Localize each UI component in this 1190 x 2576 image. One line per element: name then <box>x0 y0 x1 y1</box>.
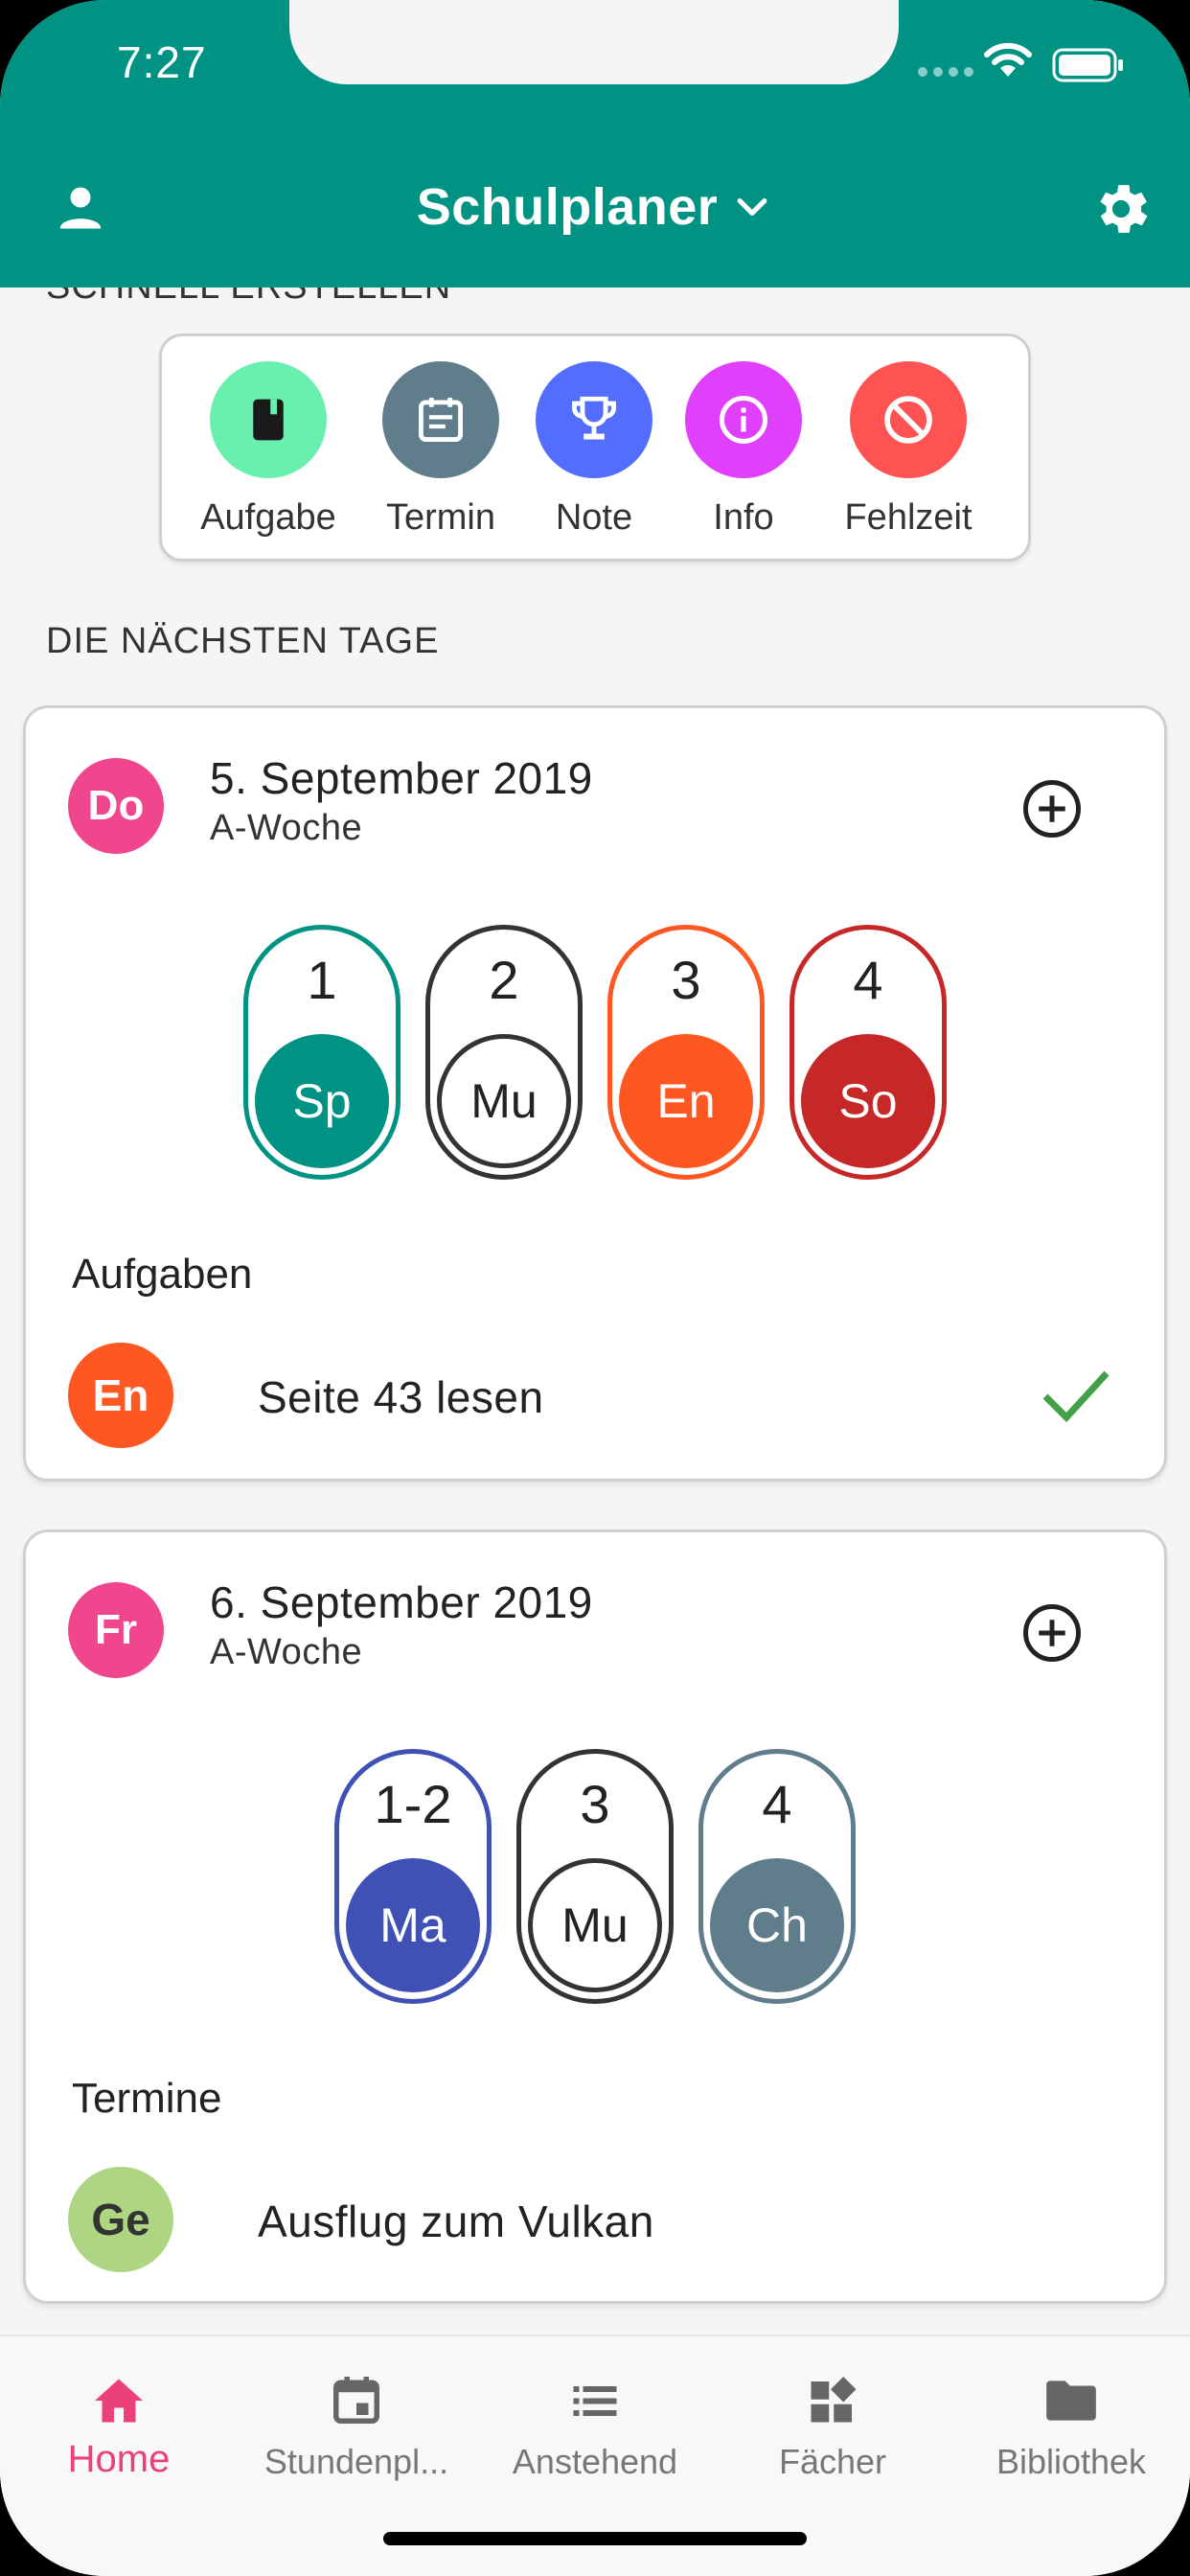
nav-timetable[interactable]: Stundenpl... <box>238 2365 475 2482</box>
nav-subjects[interactable]: Fächer <box>714 2365 951 2482</box>
device-notch <box>289 0 899 84</box>
weekday-badge: Do <box>68 758 164 854</box>
day-date: 6. September 2019 <box>210 1577 593 1627</box>
quick-create-absence-circle <box>850 361 967 478</box>
gear-icon <box>1100 185 1148 233</box>
block-icon <box>884 396 932 444</box>
lesson-period: 1-2 <box>374 1774 452 1834</box>
quick-create-info-button[interactable]: Info <box>672 361 815 539</box>
list-heading: Termine <box>72 2075 222 2122</box>
lesson-period: 4 <box>762 1774 792 1834</box>
nav-timetable-label: Stundenpl... <box>263 2442 449 2481</box>
subject-badge: Ge <box>68 2167 173 2272</box>
quick-create-absence-label: Fehlzeit <box>844 497 973 538</box>
lesson-pill[interactable]: 3 En <box>607 925 765 1180</box>
subject-badge: En <box>68 1343 173 1448</box>
book-icon <box>253 399 284 441</box>
nav-upcoming[interactable]: Anstehend <box>476 2365 714 2482</box>
planner-switcher[interactable]: Schulplaner <box>0 172 1190 242</box>
lesson-period: 3 <box>671 950 701 1010</box>
phone-screen: 7:27 Schulplaner Aufgabe Termin Note Inf… <box>0 0 1190 2576</box>
chevron-down-icon <box>737 198 767 216</box>
home-icon <box>95 2379 143 2423</box>
lesson-subject: Ma <box>346 1858 480 1992</box>
trophy-icon <box>572 396 616 440</box>
lesson-pill[interactable]: 4 So <box>790 925 947 1180</box>
lesson-subject: En <box>619 1034 753 1168</box>
calendar-icon <box>333 2377 379 2424</box>
add-circle-icon[interactable] <box>1020 777 1084 840</box>
lesson-subject: Ch <box>710 1858 844 1992</box>
quick-create-grade-circle <box>536 361 652 478</box>
lesson-subject: Mu <box>437 1034 571 1168</box>
quick-create-grade-label: Note <box>555 497 633 538</box>
lesson-pill[interactable]: 4 Ch <box>698 1749 856 2004</box>
lesson-period: 2 <box>489 950 519 1010</box>
app-title: Schulplaner <box>416 178 719 236</box>
nav-subjects-label: Fächer <box>778 2442 887 2481</box>
quick-create-grade-button[interactable]: Note <box>522 361 666 539</box>
nav-library-label: Bibliothek <box>995 2442 1147 2481</box>
week-type: A-Woche <box>210 808 363 848</box>
quick-create-task-circle <box>210 361 327 478</box>
week-type: A-Woche <box>210 1632 363 1672</box>
lesson-row: 1-2 Ma 3 Mu 4 Ch <box>26 1749 1164 2004</box>
quick-create-task-label: Aufgabe <box>200 497 336 538</box>
folder-icon <box>1046 2380 1096 2421</box>
quick-create-event-button[interactable]: Termin <box>369 361 513 539</box>
widgets-icon <box>811 2377 857 2423</box>
lesson-subject: So <box>801 1034 935 1168</box>
quick-create-event-circle <box>382 361 499 478</box>
lesson-period: 4 <box>853 950 883 1010</box>
lesson-pill[interactable]: 1-2 Ma <box>334 1749 492 2004</box>
lesson-period: 3 <box>580 1774 610 1834</box>
day-card[interactable]: Do 5. September 2019 A-Woche 1 Sp 2 Mu 3 <box>23 705 1167 1482</box>
settings-button[interactable] <box>1085 172 1157 245</box>
cellular-signal-icon <box>918 67 973 77</box>
wifi-icon <box>984 42 1032 77</box>
task-text: Seite 43 lesen <box>258 1372 544 1422</box>
day-card[interactable]: Fr 6. September 2019 A-Woche 1-2 Ma 3 Mu… <box>23 1530 1167 2304</box>
weekday-badge: Fr <box>68 1582 164 1678</box>
nav-library[interactable]: Bibliothek <box>952 2365 1190 2482</box>
task-item[interactable]: En Seite 43 lesen <box>68 1343 1122 1448</box>
info-icon <box>720 396 767 444</box>
nav-home[interactable]: Home <box>0 2365 238 2481</box>
quick-create-card: Aufgabe Termin Note Info Fehlzeit <box>159 334 1031 562</box>
quick-create-absence-button[interactable]: Fehlzeit <box>836 361 980 539</box>
quick-create-info-circle <box>685 361 802 478</box>
nav-upcoming-label: Anstehend <box>512 2442 678 2481</box>
list-heading: Aufgaben <box>72 1251 253 1298</box>
battery-icon <box>1052 48 1123 82</box>
quick-create-event-label: Termin <box>385 497 496 538</box>
add-circle-icon[interactable] <box>1020 1601 1084 1665</box>
lesson-pill[interactable]: 3 Mu <box>516 1749 674 2004</box>
lesson-row: 1 Sp 2 Mu 3 En 4 So <box>26 925 1164 1180</box>
lesson-pill[interactable]: 2 Mu <box>425 925 583 1180</box>
calendar-event-icon <box>419 398 463 442</box>
lesson-period: 1 <box>307 950 337 1010</box>
event-item[interactable]: Ge Ausflug zum Vulkan <box>68 2167 1122 2272</box>
event-text: Ausflug zum Vulkan <box>258 2196 654 2246</box>
lesson-subject: Sp <box>255 1034 389 1168</box>
status-time: 7:27 <box>117 37 207 87</box>
list-icon <box>573 2386 617 2416</box>
app-bar: 7:27 Schulplaner <box>0 0 1190 288</box>
lesson-subject: Mu <box>528 1858 662 1992</box>
day-date: 5. September 2019 <box>210 753 593 803</box>
home-indicator <box>383 2532 807 2545</box>
nav-home-label: Home <box>67 2438 171 2480</box>
lesson-pill[interactable]: 1 Sp <box>243 925 400 1180</box>
check-icon[interactable] <box>1040 1366 1112 1425</box>
home-content[interactable]: SCHNELL ERSTELLEN Aufgabe <box>0 288 1190 2334</box>
quick-create-task-button[interactable]: Aufgabe <box>196 361 340 539</box>
section-label-upcoming: DIE NÄCHSTEN TAGE <box>46 621 440 661</box>
quick-create-info-label: Info <box>713 497 774 538</box>
section-label-quick-create: SCHNELL ERSTELLEN <box>46 288 451 308</box>
